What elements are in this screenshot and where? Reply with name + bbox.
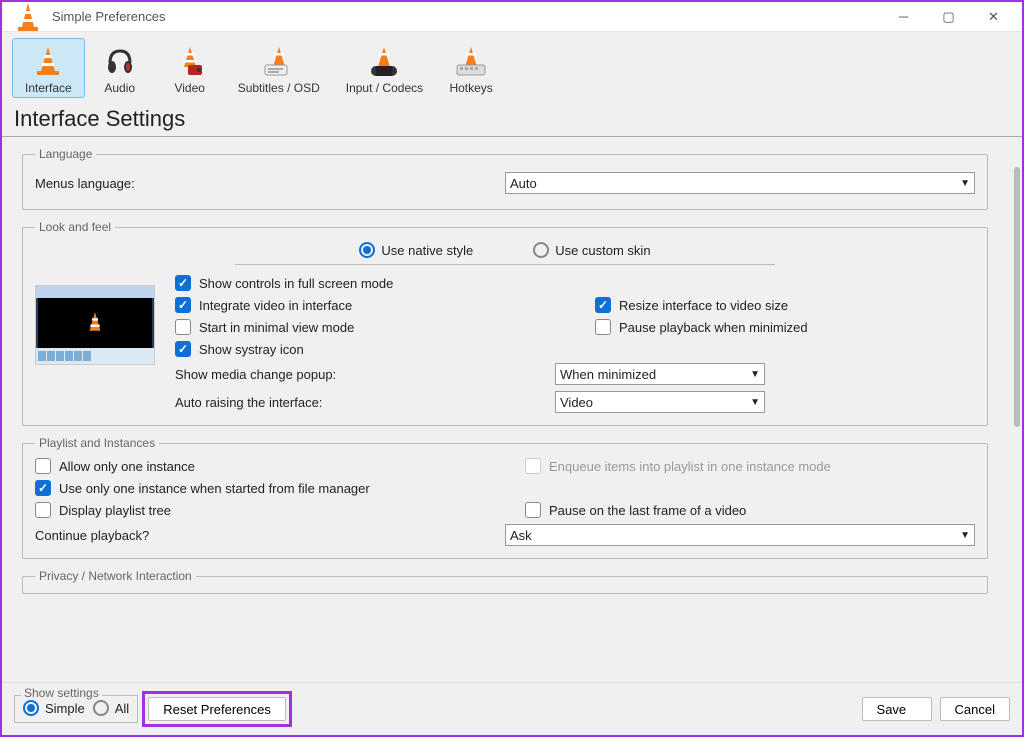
media-popup-label: Show media change popup: bbox=[175, 367, 555, 382]
systray-checkbox[interactable]: Show systray icon bbox=[175, 341, 555, 357]
show-settings-legend: Show settings bbox=[21, 686, 102, 700]
category-subtitles[interactable]: Subtitles / OSD bbox=[225, 38, 333, 98]
chevron-down-icon: ▼ bbox=[750, 369, 760, 380]
category-label: Audio bbox=[104, 81, 135, 95]
category-label: Hotkeys bbox=[449, 81, 492, 95]
category-label: Input / Codecs bbox=[346, 81, 423, 95]
lookfeel-legend: Look and feel bbox=[35, 220, 115, 234]
checkbox-icon bbox=[175, 297, 191, 313]
chevron-down-icon: ▼ bbox=[750, 397, 760, 408]
page-title: Interface Settings bbox=[2, 100, 1022, 136]
pause-minimized-checkbox[interactable]: Pause playback when minimized bbox=[595, 319, 975, 335]
category-audio[interactable]: Audio bbox=[85, 38, 155, 98]
checkbox-icon bbox=[35, 502, 51, 518]
content-area: Language Menus language: Auto ▼ Look and… bbox=[2, 136, 1022, 682]
category-label: Subtitles / OSD bbox=[238, 81, 320, 95]
bottom-bar: Show settings Simple All Reset Preferenc… bbox=[2, 682, 1022, 735]
resize-interface-checkbox[interactable]: Resize interface to video size bbox=[595, 297, 975, 313]
display-playlist-tree-checkbox[interactable]: Display playlist tree bbox=[35, 502, 485, 518]
video-icon bbox=[172, 43, 208, 79]
category-input-codecs[interactable]: Input / Codecs bbox=[333, 38, 436, 98]
window-title: Simple Preferences bbox=[52, 9, 165, 24]
show-settings-group: Show settings Simple All bbox=[14, 695, 138, 723]
titlebar: Simple Preferences ─ ▢ ✕ bbox=[2, 2, 1022, 32]
hotkeys-icon bbox=[453, 43, 489, 79]
checkbox-icon bbox=[525, 458, 541, 474]
radio-icon bbox=[23, 700, 39, 716]
chevron-down-icon: ▼ bbox=[960, 530, 970, 541]
cone-icon bbox=[30, 43, 66, 79]
codecs-icon bbox=[366, 43, 402, 79]
radio-icon bbox=[93, 700, 109, 716]
privacy-group: Privacy / Network Interaction bbox=[22, 569, 988, 594]
preferences-window: Simple Preferences ─ ▢ ✕ Interface Audio… bbox=[0, 0, 1024, 737]
show-all-radio[interactable]: All bbox=[93, 700, 129, 716]
privacy-legend: Privacy / Network Interaction bbox=[35, 569, 196, 583]
radio-icon bbox=[533, 242, 549, 258]
fullscreen-controls-checkbox[interactable]: Show controls in full screen mode bbox=[175, 275, 555, 291]
checkbox-icon bbox=[35, 480, 51, 496]
checkbox-icon bbox=[175, 319, 191, 335]
checkbox-icon bbox=[595, 297, 611, 313]
autoraise-label: Auto raising the interface: bbox=[175, 395, 555, 410]
integrate-video-checkbox[interactable]: Integrate video in interface bbox=[175, 297, 555, 313]
checkbox-icon bbox=[595, 319, 611, 335]
cancel-button[interactable]: Cancel bbox=[940, 697, 1010, 721]
save-button[interactable]: Save bbox=[862, 697, 932, 721]
skin-preview-image bbox=[35, 285, 155, 365]
custom-skin-radio[interactable]: Use custom skin bbox=[533, 242, 650, 258]
one-instance-checkbox[interactable]: Allow only one instance bbox=[35, 458, 485, 474]
autoraise-select[interactable]: Video▼ bbox=[555, 391, 765, 413]
subtitles-icon bbox=[261, 43, 297, 79]
language-legend: Language bbox=[35, 147, 96, 161]
category-video[interactable]: Video bbox=[155, 38, 225, 98]
checkbox-icon bbox=[525, 502, 541, 518]
headphones-icon bbox=[102, 43, 138, 79]
checkbox-icon bbox=[35, 458, 51, 474]
checkbox-icon bbox=[175, 275, 191, 291]
category-label: Interface bbox=[25, 81, 72, 95]
one-instance-filemgr-checkbox[interactable]: Use only one instance when started from … bbox=[35, 480, 975, 496]
media-popup-select[interactable]: When minimized▼ bbox=[555, 363, 765, 385]
menus-language-label: Menus language: bbox=[35, 176, 505, 191]
category-interface[interactable]: Interface bbox=[12, 38, 85, 98]
playlist-group: Playlist and Instances Allow only one in… bbox=[22, 436, 988, 559]
minimize-button[interactable]: ─ bbox=[881, 3, 926, 31]
menus-language-select[interactable]: Auto ▼ bbox=[505, 172, 975, 194]
native-style-radio[interactable]: Use native style bbox=[359, 242, 473, 258]
continue-playback-select[interactable]: Ask▼ bbox=[505, 524, 975, 546]
playlist-legend: Playlist and Instances bbox=[35, 436, 159, 450]
reset-preferences-button[interactable]: Reset Preferences bbox=[148, 697, 286, 721]
minimal-view-checkbox[interactable]: Start in minimal view mode bbox=[175, 319, 555, 335]
show-simple-radio[interactable]: Simple bbox=[23, 700, 85, 716]
close-button[interactable]: ✕ bbox=[971, 3, 1016, 31]
category-toolbar: Interface Audio Video Subtitles / OSD In… bbox=[2, 32, 1022, 100]
scrollbar[interactable] bbox=[1014, 167, 1020, 427]
reset-highlight: Reset Preferences bbox=[142, 691, 292, 727]
radio-icon bbox=[359, 242, 375, 258]
maximize-button[interactable]: ▢ bbox=[926, 3, 971, 31]
vlc-cone-icon bbox=[10, 0, 46, 35]
enqueue-checkbox: Enqueue items into playlist in one insta… bbox=[525, 458, 975, 474]
continue-playback-label: Continue playback? bbox=[35, 528, 505, 543]
language-group: Language Menus language: Auto ▼ bbox=[22, 147, 988, 210]
lookfeel-group: Look and feel Use native style Use custo… bbox=[22, 220, 988, 426]
checkbox-icon bbox=[175, 341, 191, 357]
chevron-down-icon: ▼ bbox=[960, 178, 970, 189]
category-hotkeys[interactable]: Hotkeys bbox=[436, 38, 506, 98]
pause-last-frame-checkbox[interactable]: Pause on the last frame of a video bbox=[525, 502, 975, 518]
category-label: Video bbox=[174, 81, 204, 95]
